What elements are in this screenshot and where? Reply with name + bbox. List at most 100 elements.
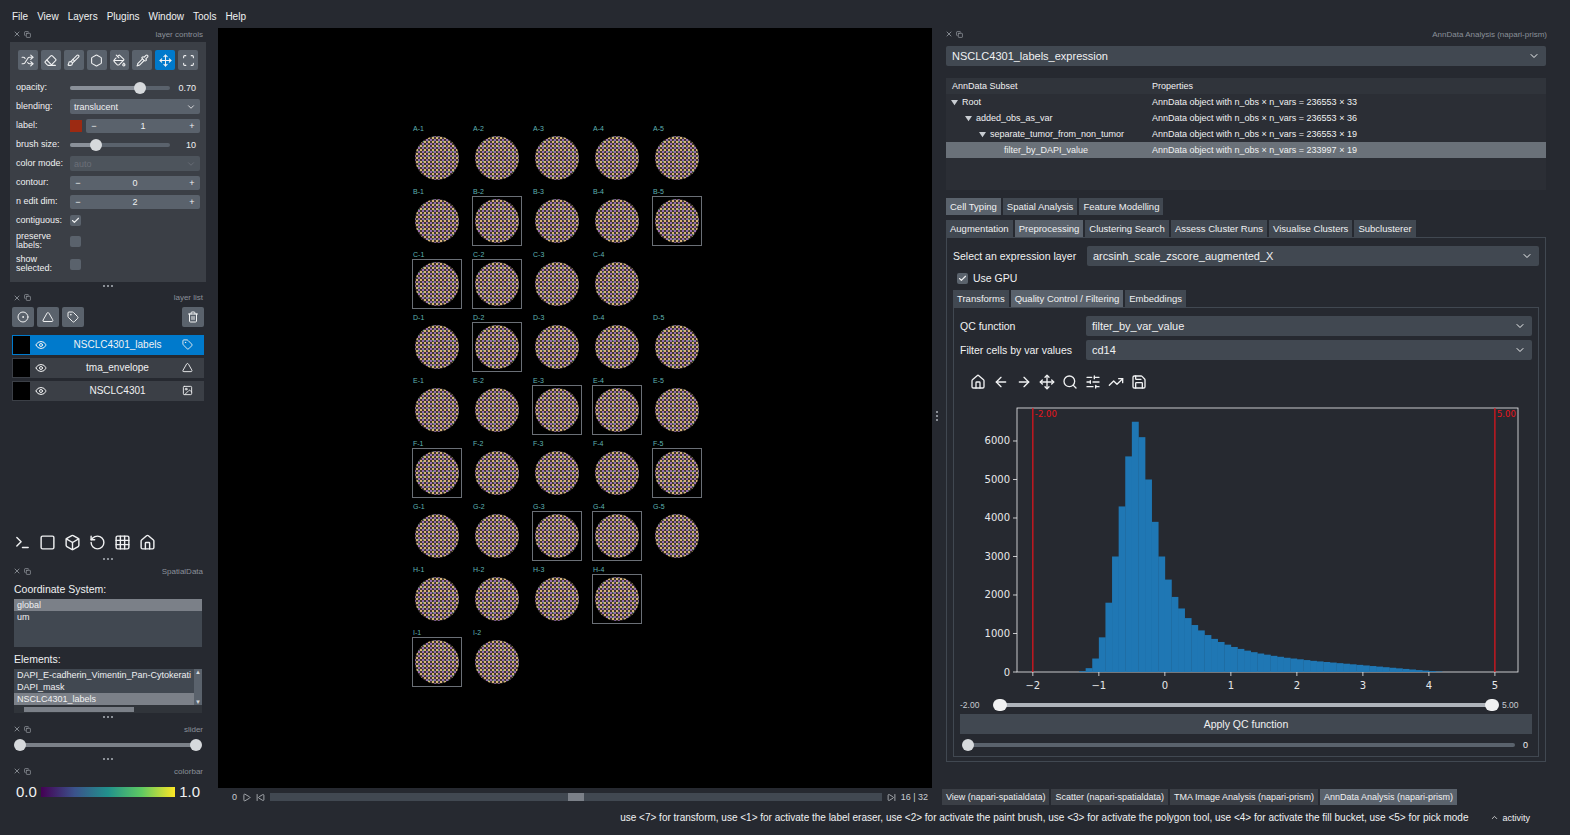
- tma-core[interactable]: E-4: [592, 377, 652, 440]
- slider[interactable]: [70, 86, 170, 90]
- spinbox[interactable]: −0+: [70, 176, 200, 190]
- tree-row[interactable]: filter_by_DAPI_valueAnnData object with …: [946, 142, 1546, 158]
- tma-core[interactable]: A-4: [592, 125, 652, 188]
- play-icon[interactable]: [242, 793, 251, 802]
- tool-button[interactable]: [132, 50, 152, 70]
- tma-core[interactable]: I-2: [472, 629, 532, 692]
- new-shapes-button[interactable]: [37, 307, 59, 327]
- eye-icon[interactable]: [35, 339, 47, 351]
- list-item[interactable]: DAPI_mask: [14, 681, 194, 693]
- tab[interactable]: Spatial Analysis: [1003, 198, 1078, 215]
- home-icon[interactable]: [139, 534, 156, 551]
- dims-track[interactable]: [270, 793, 882, 801]
- tma-core[interactable]: A-5: [652, 125, 712, 188]
- tab[interactable]: Quality Control / Filtering: [1011, 290, 1124, 307]
- list-item[interactable]: NSCLC4301_labels: [14, 693, 194, 705]
- qc-function-dropdown[interactable]: filter_by_var_value: [1086, 316, 1532, 336]
- tma-core[interactable]: B-2: [472, 188, 532, 251]
- 3d-icon[interactable]: [64, 534, 81, 551]
- tool-button[interactable]: [87, 50, 107, 70]
- new-labels-button[interactable]: [62, 307, 84, 327]
- tma-core[interactable]: A-1: [412, 125, 472, 188]
- tma-core[interactable]: H-2: [472, 566, 532, 629]
- activity-button[interactable]: activity: [1490, 813, 1530, 823]
- tma-core[interactable]: G-3: [532, 503, 592, 566]
- tma-core[interactable]: H-1: [412, 566, 472, 629]
- slider-thumb[interactable]: [962, 739, 974, 751]
- slider-thumb[interactable]: [190, 739, 202, 751]
- close-icon[interactable]: [13, 294, 21, 302]
- slider-thumb[interactable]: [993, 699, 1007, 711]
- slider-thumb[interactable]: [134, 82, 146, 94]
- increment-button[interactable]: +: [184, 197, 200, 207]
- label-color-swatch[interactable]: [70, 120, 82, 132]
- tma-core[interactable]: C-3: [532, 251, 592, 314]
- tma-core[interactable]: E-3: [532, 377, 592, 440]
- increment-button[interactable]: +: [184, 121, 200, 131]
- decrement-button[interactable]: −: [70, 197, 86, 207]
- tool-button[interactable]: [110, 50, 130, 70]
- slider[interactable]: [968, 743, 1515, 747]
- spinbox[interactable]: −2+: [70, 195, 200, 209]
- canvas[interactable]: A-1A-2A-3A-4A-5B-1B-2B-3B-4B-5C-1C-2C-3C…: [218, 28, 932, 788]
- dropdown[interactable]: translucent: [70, 99, 200, 114]
- expanded-arrow-icon[interactable]: [979, 131, 986, 138]
- range-slider[interactable]: [20, 743, 196, 747]
- menu-item[interactable]: Help: [225, 11, 246, 26]
- close-icon[interactable]: [13, 725, 21, 733]
- tab[interactable]: Transforms: [953, 290, 1009, 307]
- tma-core[interactable]: B-5: [652, 188, 712, 251]
- menu-item[interactable]: View: [37, 11, 59, 26]
- tool-button[interactable]: [41, 50, 61, 70]
- tma-core[interactable]: F-3: [532, 440, 592, 503]
- tma-core[interactable]: E-2: [472, 377, 532, 440]
- float-icon[interactable]: [24, 568, 31, 575]
- dims-thumb[interactable]: [568, 793, 584, 801]
- zoom-icon[interactable]: [1062, 374, 1078, 390]
- close-icon[interactable]: [13, 767, 21, 775]
- tma-core[interactable]: B-3: [532, 188, 592, 251]
- tma-core[interactable]: E-1: [412, 377, 472, 440]
- roll-icon[interactable]: [89, 534, 106, 551]
- dock-tab[interactable]: AnnData Analysis (napari-prism): [1320, 789, 1457, 805]
- slider-thumb[interactable]: [14, 739, 26, 751]
- tma-core[interactable]: G-5: [652, 503, 712, 566]
- menu-item[interactable]: Tools: [193, 11, 216, 26]
- tma-core[interactable]: B-4: [592, 188, 652, 251]
- tma-core[interactable]: E-5: [652, 377, 712, 440]
- tma-core[interactable]: C-4: [592, 251, 652, 314]
- menu-item[interactable]: Layers: [68, 11, 98, 26]
- close-icon[interactable]: [13, 567, 21, 575]
- tool-button[interactable]: [18, 50, 38, 70]
- expanded-arrow-icon[interactable]: [951, 99, 958, 106]
- ndisplay-icon[interactable]: [39, 534, 56, 551]
- decrement-button[interactable]: −: [86, 121, 102, 131]
- tma-core[interactable]: F-4: [592, 440, 652, 503]
- float-icon[interactable]: [24, 294, 31, 301]
- dataset-dropdown[interactable]: NSCLC4301_labels_expression: [946, 46, 1546, 66]
- float-icon[interactable]: [24, 768, 31, 775]
- home-icon[interactable]: [970, 374, 986, 390]
- resize-handle[interactable]: [10, 713, 206, 721]
- list-item[interactable]: global: [14, 599, 202, 611]
- tab[interactable]: Visualise Clusters: [1269, 220, 1352, 237]
- skip-back-icon[interactable]: [256, 793, 265, 802]
- var-dropdown[interactable]: cd14: [1086, 340, 1532, 360]
- close-icon[interactable]: [945, 30, 953, 38]
- save-icon[interactable]: [1131, 374, 1147, 390]
- dock-tab[interactable]: Scatter (napari-spatialdata): [1051, 789, 1168, 805]
- tma-core[interactable]: H-4: [592, 566, 652, 629]
- increment-button[interactable]: +: [184, 178, 200, 188]
- resize-handle[interactable]: [10, 282, 206, 290]
- tma-core[interactable]: H-3: [532, 566, 592, 629]
- tab[interactable]: Cell Typing: [946, 198, 1001, 215]
- skip-forward-icon[interactable]: [887, 793, 896, 802]
- tree-row[interactable]: RootAnnData object with n_obs × n_vars =…: [946, 94, 1546, 110]
- slider[interactable]: [70, 143, 170, 147]
- checkbox[interactable]: [70, 215, 81, 226]
- layer-row[interactable]: NSCLC4301_labels: [12, 335, 204, 355]
- resize-handle[interactable]: [936, 411, 938, 421]
- threshold-line[interactable]: -2.00: [1033, 408, 1057, 672]
- pan-icon[interactable]: [1039, 374, 1055, 390]
- tma-core[interactable]: D-4: [592, 314, 652, 377]
